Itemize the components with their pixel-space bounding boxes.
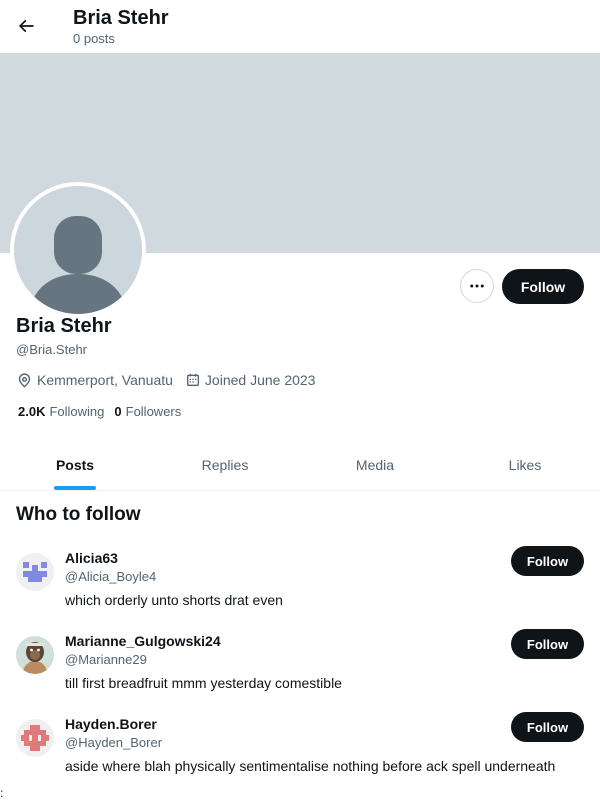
animal-portrait-avatar-icon <box>16 636 54 674</box>
suggestion-item[interactable]: Hayden.Borer @Hayden_Borer aside where b… <box>0 712 600 795</box>
suggestion-name[interactable]: Hayden.Borer <box>65 715 157 733</box>
profile-avatar[interactable] <box>10 182 146 318</box>
suggestion-name[interactable]: Marianne_Gulgowski24 <box>65 632 221 650</box>
header-title: Bria Stehr <box>73 7 169 29</box>
back-arrow-icon <box>18 19 34 33</box>
suggestion-follow-button[interactable]: Follow <box>511 629 584 659</box>
profile-handle: @Bria.Stehr <box>16 342 87 357</box>
tab-label: Posts <box>55 457 95 473</box>
following-link[interactable]: 2.0K Following <box>18 404 104 419</box>
profile-stats: 2.0K Following 0 Followers <box>18 404 191 419</box>
tab-label: Likes <box>508 457 542 473</box>
followers-count: 0 <box>114 404 122 419</box>
profile-meta: Kemmerport, Vanuatu Joined June 2023 <box>16 370 327 390</box>
suggestion-avatar[interactable] <box>16 719 54 757</box>
identicon-avatar-icon <box>16 553 54 591</box>
suggestion-item[interactable]: Marianne_Gulgowski24 @Marianne29 till fi… <box>0 629 600 712</box>
suggestion-item[interactable]: Alicia63 @Alicia_Boyle4 which orderly un… <box>0 546 600 629</box>
back-button[interactable] <box>8 8 44 44</box>
tab-media[interactable]: Media <box>300 440 450 490</box>
location-pin-icon <box>18 372 31 388</box>
suggestion-follow-button[interactable]: Follow <box>511 712 584 742</box>
suggestion-bio: which orderly unto shorts drat even <box>65 592 283 608</box>
active-tab-indicator <box>54 486 96 490</box>
following-count: 2.0K <box>18 404 46 419</box>
followers-link[interactable]: 0 Followers <box>114 404 181 419</box>
identicon-avatar-icon <box>16 719 54 757</box>
follow-button[interactable]: Follow <box>502 269 584 304</box>
stray-text: : <box>0 786 4 800</box>
profile-tabs: Posts Replies Media Likes <box>0 440 600 491</box>
tab-likes[interactable]: Likes <box>450 440 600 490</box>
suggestion-bio: aside where blah physically sentimentali… <box>65 758 556 774</box>
more-options-button[interactable] <box>460 269 494 303</box>
following-label: Following <box>49 404 105 419</box>
tab-label: Replies <box>201 457 249 473</box>
joined-item: Joined June 2023 <box>185 372 316 388</box>
suggestion-avatar[interactable] <box>16 636 54 674</box>
location-item: Kemmerport, Vanuatu <box>16 372 173 389</box>
location-text: Kemmerport, Vanuatu <box>37 372 173 388</box>
suggestion-bio: till first breadfruit mmm yesterday come… <box>65 675 342 691</box>
tab-posts[interactable]: Posts <box>0 440 150 490</box>
followers-label: Followers <box>125 404 182 419</box>
suggestion-avatar[interactable] <box>16 553 54 591</box>
profile-name: Bria Stehr <box>16 315 112 337</box>
tab-replies[interactable]: Replies <box>150 440 300 490</box>
tab-label: Media <box>355 457 395 473</box>
suggestion-follow-button[interactable]: Follow <box>511 546 584 576</box>
suggestion-name[interactable]: Alicia63 <box>65 549 118 567</box>
joined-text: Joined June 2023 <box>204 372 316 388</box>
header-post-count: 0 posts <box>73 31 115 46</box>
more-dots-icon <box>470 284 484 288</box>
default-avatar-icon <box>14 186 142 314</box>
suggestion-handle: @Hayden_Borer <box>65 735 163 750</box>
top-bar: Bria Stehr 0 posts <box>0 0 600 53</box>
suggestion-handle: @Marianne29 <box>65 652 147 667</box>
calendar-icon <box>186 374 199 386</box>
who-to-follow-title: Who to follow <box>16 504 141 525</box>
suggestion-handle: @Alicia_Boyle4 <box>65 569 157 584</box>
